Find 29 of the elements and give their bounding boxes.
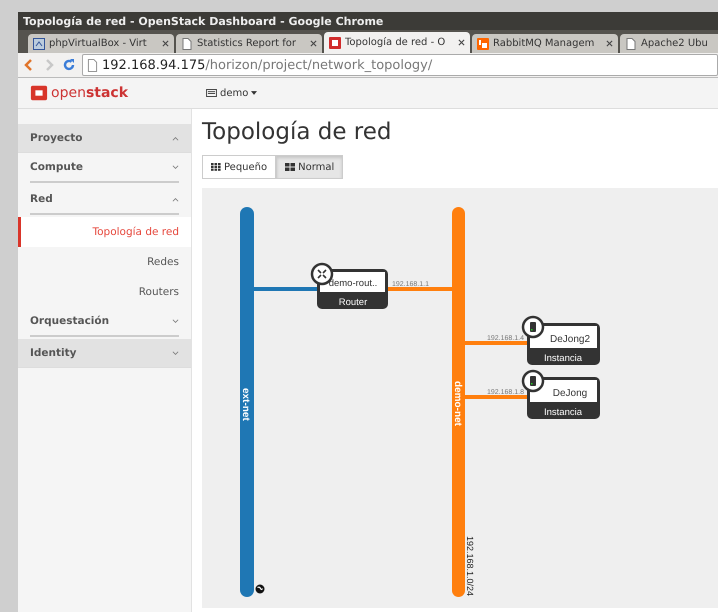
- sidebar-section[interactable]: Orquestación: [30, 307, 179, 337]
- node-name: demo-rout..: [328, 278, 378, 289]
- brand-name[interactable]: openstack: [51, 85, 128, 101]
- view-button[interactable]: Pequeño: [202, 155, 276, 179]
- sidebar-section[interactable]: Identity: [18, 339, 191, 368]
- address-field[interactable]: 192.168.94.175/horizon/project/network_topology/: [82, 54, 718, 76]
- subnet-label: 192.168.1.0/24: [465, 536, 475, 596]
- node-name: DeJong2: [550, 334, 590, 345]
- network-label: demo-net: [452, 381, 463, 426]
- sidebar-link[interactable]: Routers: [18, 277, 191, 307]
- node-type: Instancia: [544, 353, 582, 364]
- browser-tab[interactable]: Topología de red - O: [324, 32, 470, 53]
- node-type: Router: [338, 297, 368, 308]
- browser-tab[interactable]: Statistics Report for: [176, 34, 322, 53]
- sidebar-link[interactable]: Redes: [18, 247, 191, 277]
- sidebar-section[interactable]: Red: [30, 185, 179, 215]
- page-title: Topología de red: [202, 118, 393, 147]
- window-title: Topología de red - OpenStack Dashboard - Google Chrome: [23, 14, 384, 28]
- node-type: Instancia: [544, 407, 582, 418]
- project-dropdown[interactable]: demo: [204, 86, 260, 100]
- node-name: DeJong: [552, 388, 588, 399]
- sidebar-section[interactable]: Proyecto: [18, 124, 191, 153]
- sidebar-section[interactable]: Compute: [30, 153, 179, 183]
- sidebar-link[interactable]: Topología de red: [18, 217, 191, 247]
- browser-tab[interactable]: RabbitMQ Managem: [472, 34, 618, 53]
- view-button[interactable]: Normal: [276, 155, 344, 179]
- browser-tab[interactable]: Apache2 Ubu: [620, 34, 718, 53]
- browser-tab[interactable]: phpVirtualBox - Virt: [28, 34, 174, 53]
- network-label: ext-net: [240, 388, 251, 421]
